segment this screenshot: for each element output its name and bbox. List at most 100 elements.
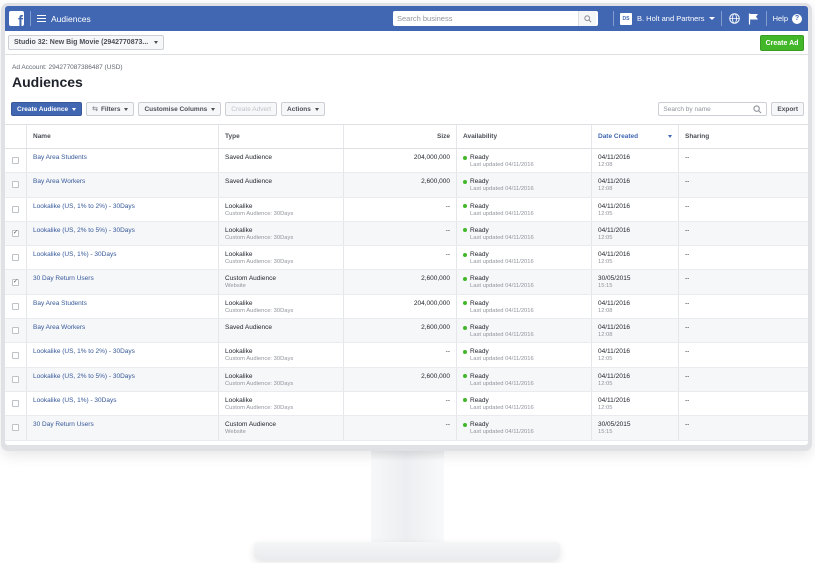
create-audience-button[interactable]: Create Audience (11, 102, 83, 116)
search-icon[interactable] (753, 104, 762, 114)
time-created: 12:08 (598, 307, 613, 314)
sort-descending-icon[interactable] (668, 135, 672, 138)
table-row[interactable]: Bay Area Students Lookalike Custom Audie… (5, 294, 808, 320)
sharing-value: -- (685, 154, 690, 161)
row-checkbox[interactable] (12, 400, 19, 408)
facebook-logo-icon[interactable]: f (9, 11, 24, 26)
last-updated-text: Last updated 04/11/2016 (470, 332, 534, 339)
table-row[interactable]: Bay Area Students Saved Audience 204,000… (5, 149, 808, 174)
availability-cell: Ready Last updated 04/11/2016 (457, 221, 592, 246)
app-title[interactable]: Audiences (51, 14, 91, 24)
audience-name-link[interactable]: Bay Area Workers (33, 324, 212, 331)
search-audience-input[interactable] (659, 105, 750, 113)
help-button[interactable]: Help ? (772, 13, 802, 24)
date-created-cell: 04/11/2016 12:08 (592, 149, 679, 173)
business-selector[interactable]: DS B. Holt and Partners (620, 12, 715, 25)
flag-icon[interactable] (747, 12, 760, 25)
table-row[interactable]: Bay Area Workers Saved Audience 2,600,00… (5, 173, 808, 198)
row-select-cell (5, 367, 27, 391)
audience-name-link[interactable]: Bay Area Students (33, 154, 212, 161)
last-updated-text: Last updated 04/11/2016 (470, 234, 534, 241)
date-created-cell: 04/11/2016 12:05 (592, 246, 679, 270)
menu-icon[interactable] (37, 15, 46, 22)
column-header-date-created[interactable]: Date Created (592, 125, 679, 148)
time-created: 12:05 (598, 380, 613, 387)
table-row[interactable]: Lookalike (US, 1% to 2%) - 30Days Lookal… (5, 343, 808, 368)
audience-type-source: Website (225, 283, 246, 290)
size-cell: 2,600,000 (344, 270, 457, 294)
monitor-stand-base (254, 542, 560, 560)
column-header-name[interactable]: Name (27, 125, 219, 148)
name-cell: 30 Day Return Users (27, 416, 219, 440)
row-checkbox[interactable] (12, 205, 19, 213)
table-row[interactable]: ✓ 30 Day Return Users Custom Audience We… (5, 270, 808, 295)
help-label: Help (772, 14, 788, 23)
table-row[interactable]: ✓ Lookalike (US, 2% to 5%) - 30Days Look… (5, 221, 808, 247)
size-cell: -- (344, 246, 457, 270)
row-checkbox[interactable] (12, 351, 19, 359)
actions-button[interactable]: Actions (281, 102, 325, 116)
create-ad-button[interactable]: Create Ad (760, 35, 804, 51)
audience-name-link[interactable]: Lookalike (US, 1% to 2%) - 30Days (33, 348, 212, 355)
audience-size: 204,000,000 (413, 299, 450, 307)
ad-account-selector[interactable]: Studio 32: New Big Movie (2942770873... (8, 35, 165, 50)
divider (765, 11, 767, 26)
type-cell: Lookalike Custom Audience: 30Days (219, 367, 344, 391)
availability-status-text: Ready (470, 226, 489, 234)
sharing-cell: -- (679, 198, 808, 221)
column-header-sharing[interactable]: Sharing (679, 125, 808, 148)
help-icon: ? (792, 13, 802, 24)
row-checkbox[interactable] (12, 424, 19, 432)
row-checkbox[interactable] (12, 302, 19, 310)
column-header-type[interactable]: Type (219, 125, 344, 148)
date-created-cell: 04/11/2016 12:08 (592, 294, 679, 319)
filters-button[interactable]: ⇆ Filters (86, 102, 135, 116)
audience-type: Lookalike (225, 226, 253, 234)
table-row[interactable]: Lookalike (US, 1%) - 30Days Lookalike Cu… (5, 246, 808, 271)
date-created: 30/05/2015 (598, 421, 631, 429)
time-created: 12:08 (598, 186, 613, 193)
time-created: 12:08 (598, 162, 613, 168)
audience-size: -- (445, 421, 450, 429)
search-business-button[interactable] (578, 11, 596, 26)
table-row[interactable]: Bay Area Workers Saved Audience 2,600,00… (5, 319, 808, 344)
audience-name-link[interactable]: 30 Day Return Users (33, 421, 212, 428)
row-checkbox[interactable] (12, 375, 19, 383)
table-row[interactable]: 30 Day Return Users Custom Audience Webs… (5, 416, 808, 441)
audience-name-link[interactable]: Lookalike (US, 2% to 5%) - 30Days (33, 373, 212, 380)
row-checkbox[interactable]: ✓ (12, 278, 19, 286)
export-button[interactable]: Export (771, 102, 804, 116)
audience-name-link[interactable]: Bay Area Workers (33, 178, 212, 185)
row-checkbox[interactable] (12, 254, 19, 262)
time-created: 12:08 (598, 332, 613, 339)
create-advert-button[interactable]: Create Advert (225, 102, 278, 116)
availability-status-text: Ready (470, 421, 489, 429)
audience-name-link[interactable]: Lookalike (US, 1% to 2%) - 30Days (33, 203, 212, 210)
globe-icon[interactable] (728, 12, 741, 25)
actions-label: Actions (287, 105, 311, 113)
row-checkbox[interactable] (12, 181, 19, 189)
status-dot-icon (463, 179, 467, 184)
audience-name-link[interactable]: Bay Area Students (33, 300, 212, 307)
search-business-input[interactable] (393, 12, 578, 25)
column-header-availability[interactable]: Availability (457, 125, 592, 148)
table-row[interactable]: Lookalike (US, 2% to 5%) - 30Days Lookal… (5, 367, 808, 392)
audience-name-link[interactable]: Lookalike (US, 1%) - 30Days (33, 397, 212, 404)
table-row[interactable]: Lookalike (US, 1%) - 30Days Lookalike Cu… (5, 391, 808, 417)
row-checkbox[interactable]: ✓ (12, 230, 19, 238)
customise-columns-button[interactable]: Customise Columns (138, 102, 222, 116)
size-cell: 2,600,000 (344, 319, 457, 343)
row-checkbox[interactable] (12, 157, 19, 165)
column-header-size[interactable]: Size (344, 125, 457, 148)
audience-size: 2,600,000 (421, 372, 450, 380)
audience-name-link[interactable]: 30 Day Return Users (33, 275, 212, 282)
audience-name-link[interactable]: Lookalike (US, 2% to 5%) - 30Days (33, 227, 212, 234)
table-row[interactable]: Lookalike (US, 1% to 2%) - 30Days Lookal… (5, 197, 808, 222)
row-select-cell (5, 343, 27, 367)
audience-name-link[interactable]: Lookalike (US, 1%) - 30Days (33, 251, 212, 258)
status-dot-icon (463, 301, 467, 306)
date-created-cell: 30/05/2015 15:15 (592, 270, 679, 294)
row-checkbox[interactable] (12, 327, 19, 335)
row-select-cell (5, 246, 27, 270)
type-cell: Lookalike Custom Audience: 30Days (219, 343, 344, 367)
